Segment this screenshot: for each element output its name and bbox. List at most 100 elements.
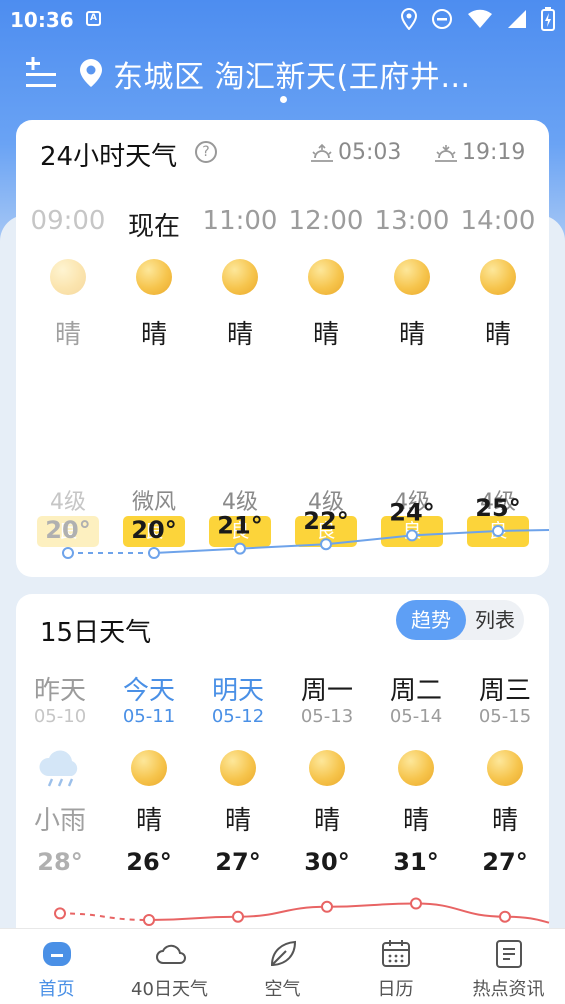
day-date: 05-11 xyxy=(122,706,176,727)
sunrise-time: 05:03 xyxy=(338,140,402,165)
sun-icon xyxy=(394,259,430,295)
daily-point xyxy=(143,914,155,926)
day-name: 昨天 xyxy=(33,676,86,706)
sun-icon xyxy=(220,750,256,786)
hour-time: 11:00 xyxy=(202,206,278,236)
day-date: 05-14 xyxy=(389,706,443,727)
news-icon xyxy=(496,940,522,968)
hour-time: 14:00 xyxy=(460,206,536,236)
view-toggle: 趋势 列表 xyxy=(396,600,524,640)
hourly-temp-label: 24° xyxy=(389,498,434,526)
nav-news[interactable]: 热点资讯 xyxy=(452,929,565,1004)
sun-icon xyxy=(487,750,523,786)
hour-time: 09:00 xyxy=(30,206,106,236)
day-weather: 晴 xyxy=(491,806,518,836)
day-date: 05-12 xyxy=(211,706,265,727)
nav-news-label: 热点资讯 xyxy=(472,979,545,1000)
hourly-temp-label: 22° xyxy=(303,507,348,535)
nav-air-label: 空气 xyxy=(264,979,301,1000)
hourly-point xyxy=(492,525,504,537)
wifi-icon xyxy=(467,9,493,33)
nav-home-label: 首页 xyxy=(38,979,75,1000)
sunset-time: 19:19 xyxy=(462,140,526,165)
location-header: 东城区 淘汇新天(王府井… xyxy=(0,44,565,104)
hour-time: 现在 xyxy=(127,212,180,242)
hourly-temp-line: 20° 20° 21° 22° 24° 25° xyxy=(45,494,550,559)
day-name: 明天 xyxy=(211,676,264,706)
daily-past-segment xyxy=(59,912,150,921)
nav-home[interactable]: 首页 xyxy=(0,929,113,1004)
nav-calendar-label: 日历 xyxy=(377,979,414,1000)
hourly-temp-label: 20° xyxy=(45,516,90,544)
bottom-nav: 首页 40日天气 空气 日历 热点资讯 xyxy=(0,928,565,1004)
hour-weather: 晴 xyxy=(140,320,167,350)
day-high-temp: 28° xyxy=(37,848,83,876)
hourly-point xyxy=(234,542,246,555)
daily-point xyxy=(499,910,511,923)
day-high-temp: 26° xyxy=(126,848,172,876)
help-icon[interactable]: ? xyxy=(195,141,217,163)
day-date: 05-10 xyxy=(33,706,87,727)
hourly-point xyxy=(406,529,418,542)
day-high-temp: 27° xyxy=(215,848,261,876)
location-icon xyxy=(400,7,417,34)
status-icons xyxy=(392,7,555,35)
hourly-line-path xyxy=(153,529,550,554)
hour-time: 12:00 xyxy=(288,206,364,236)
hour-weather: 晴 xyxy=(398,320,425,350)
location-title[interactable]: 东城区 淘汇新天(王府井… xyxy=(113,52,471,96)
calendar-icon xyxy=(382,940,410,967)
hourly-title: 24小时天气 xyxy=(40,142,178,172)
sunrise: 05:03 xyxy=(310,140,401,165)
nav-40day-label: 40日天气 xyxy=(131,979,208,1000)
page-indicator xyxy=(280,96,287,103)
battery-icon xyxy=(541,7,555,35)
status-time: 10:36 xyxy=(10,8,74,32)
sun-icon xyxy=(50,259,86,295)
day-weather: 晴 xyxy=(135,806,162,836)
hourly-point xyxy=(320,538,332,551)
daily-title: 15日天气 xyxy=(40,618,152,648)
sun-icon xyxy=(480,259,516,295)
sun-icon xyxy=(398,750,434,786)
hourly-point xyxy=(148,547,160,559)
status-bar: 10:36 A xyxy=(0,0,565,38)
cloud-icon xyxy=(156,944,186,964)
day-weather: 晴 xyxy=(224,806,251,836)
hour-weather: 晴 xyxy=(312,320,339,350)
day-high-temp: 30° xyxy=(304,848,350,876)
dnd-icon xyxy=(431,8,453,34)
tab-trend[interactable]: 趋势 xyxy=(396,600,466,640)
hour-weather: 晴 xyxy=(54,320,81,350)
day-weather: 晴 xyxy=(313,806,340,836)
daily-point xyxy=(410,897,422,910)
sunset-icon xyxy=(435,145,457,162)
tab-list[interactable]: 列表 xyxy=(468,600,522,640)
signal-icon xyxy=(507,9,527,33)
sun-icon xyxy=(131,750,167,786)
day-high-temp: 31° xyxy=(393,848,439,876)
daily-point xyxy=(321,900,333,913)
day-date: 05-15 xyxy=(478,706,532,727)
nav-40day[interactable]: 40日天气 xyxy=(113,929,226,1004)
nav-calendar[interactable]: 日历 xyxy=(339,929,452,1004)
day-weather: 晴 xyxy=(402,806,429,836)
sun-icon xyxy=(136,259,172,295)
city-manage-icon[interactable] xyxy=(24,56,60,92)
hour-weather: 晴 xyxy=(226,320,253,350)
daily-point xyxy=(232,910,244,923)
daily-point xyxy=(54,907,66,920)
nav-air[interactable]: 空气 xyxy=(226,929,339,1004)
day-date: 05-13 xyxy=(300,706,354,727)
hour-time: 13:00 xyxy=(374,206,450,236)
hourly-weather-card: 24小时天气 ? 05:03 19:19 09:00 晴 4级良现在晴微风良 11:0… xyxy=(16,120,550,577)
day-name: 周二 xyxy=(389,676,442,706)
day-name: 周一 xyxy=(300,676,353,706)
hourly-temp-label: 21° xyxy=(217,512,262,540)
hourly-temp-label: 25° xyxy=(475,494,520,522)
hourly-temp-label: 20° xyxy=(131,516,176,544)
day-name: 今天 xyxy=(122,676,175,706)
day-name: 周三 xyxy=(478,676,531,706)
leaf-icon xyxy=(270,940,297,966)
hour-weather: 晴 xyxy=(484,320,511,350)
